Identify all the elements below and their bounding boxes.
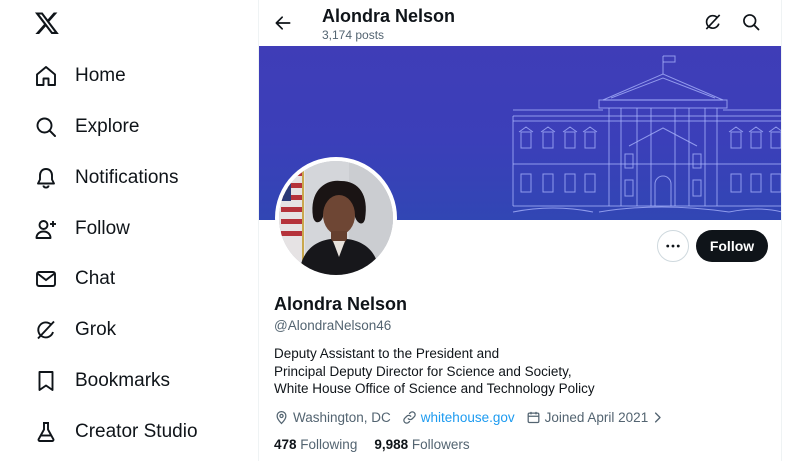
grok-icon xyxy=(34,318,58,342)
bookmark-icon xyxy=(34,369,58,393)
header-title: Alondra Nelson xyxy=(322,6,456,26)
sidebar-item-home[interactable]: Home xyxy=(34,56,126,96)
link-icon xyxy=(403,410,416,424)
sidebar-item-grok[interactable]: Grok xyxy=(34,310,116,350)
ellipsis-icon xyxy=(666,244,680,248)
followers-label: Followers xyxy=(411,437,470,452)
following-count: 478 xyxy=(274,437,297,452)
following-label: Following xyxy=(300,437,358,452)
sidebar-item-label: Chat xyxy=(75,268,116,289)
more-options-button[interactable] xyxy=(657,230,689,262)
profile-column: Alondra Nelson 3,174 posts Follow Alondr… xyxy=(258,0,782,461)
bio-line: Deputy Assistant to the President and xyxy=(274,346,500,361)
header-post-count: 3,174 posts xyxy=(322,28,385,42)
home-icon xyxy=(34,64,58,88)
search-icon[interactable] xyxy=(741,12,763,34)
location-pin-icon xyxy=(276,410,287,424)
profile-stats: 478 Following 9,988 Followers xyxy=(274,437,487,452)
chevron-right-icon[interactable] xyxy=(650,410,665,425)
sidebar-item-label: Creator Studio xyxy=(75,421,198,442)
sidebar-item-notifications[interactable]: Notifications xyxy=(34,158,179,198)
sidebar-item-label: Explore xyxy=(75,116,140,137)
sidebar-item-explore[interactable]: Explore xyxy=(34,107,139,147)
location-text: Washington, DC xyxy=(293,409,391,425)
sidebar-item-creator-studio[interactable]: Creator Studio xyxy=(34,412,198,452)
sidebar: Home Explore Notifications Follow Chat G… xyxy=(0,0,258,461)
location-item: Washington, DC xyxy=(274,410,391,425)
followers-link[interactable]: 9,988 Followers xyxy=(374,437,469,452)
sidebar-item-label: Bookmarks xyxy=(75,370,171,391)
bio-line: White House Office of Science and Techno… xyxy=(274,381,595,396)
following-link[interactable]: 478 Following xyxy=(274,437,357,452)
sidebar-item-follow[interactable]: Follow xyxy=(34,209,130,249)
sidebar-item-label: Notifications xyxy=(75,167,179,188)
profile-photo xyxy=(279,161,393,275)
bell-icon xyxy=(34,166,58,190)
bio-line: Principal Deputy Director for Science an… xyxy=(274,363,572,379)
profile-header-bar: Alondra Nelson 3,174 posts xyxy=(259,0,781,46)
profile-display-name: Alondra Nelson xyxy=(274,294,408,314)
followers-count: 9,988 xyxy=(374,437,409,452)
joined-item: Joined April 2021 xyxy=(526,410,666,425)
sidebar-item-label: Home xyxy=(75,65,126,86)
joined-text: Joined April 2021 xyxy=(544,409,649,425)
person-plus-icon xyxy=(34,217,58,241)
calendar-icon xyxy=(527,411,540,423)
website-link[interactable]: whitehouse.gov xyxy=(421,410,515,425)
profile-handle: @AlondraNelson46 xyxy=(274,318,392,333)
follow-button[interactable]: Follow xyxy=(696,230,768,262)
grok-icon[interactable] xyxy=(703,12,725,34)
website-item: whitehouse.gov xyxy=(402,410,515,425)
profile-bio: Deputy Assistant to the President and Pr… xyxy=(274,345,754,398)
search-icon xyxy=(34,115,58,139)
x-logo-icon[interactable] xyxy=(34,10,60,36)
back-arrow-icon[interactable] xyxy=(271,11,295,35)
envelope-icon xyxy=(34,267,58,291)
sidebar-item-chat[interactable]: Chat xyxy=(34,259,115,299)
avatar[interactable] xyxy=(275,157,397,279)
flask-icon xyxy=(34,420,58,444)
sidebar-item-bookmarks[interactable]: Bookmarks xyxy=(34,361,170,401)
sidebar-item-label: Grok xyxy=(75,319,117,340)
profile-meta: Washington, DC whitehouse.gov Joined Apr… xyxy=(274,407,676,427)
sidebar-item-label: Follow xyxy=(75,218,130,239)
